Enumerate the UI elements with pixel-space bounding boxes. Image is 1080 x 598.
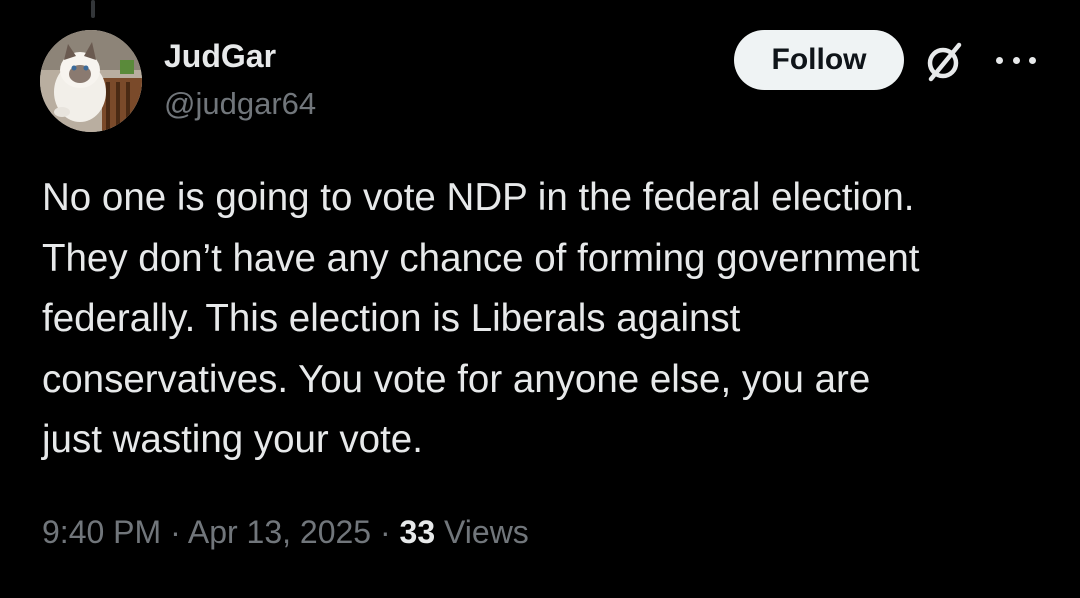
tweet-date[interactable]: Apr 13, 2025 (188, 514, 371, 550)
more-dot (1012, 56, 1020, 64)
author-handle[interactable]: @judgar64 (164, 84, 316, 124)
meta-separator: · (379, 514, 391, 550)
author-display-name[interactable]: JudGar (164, 36, 316, 76)
thread-connector-line (91, 0, 95, 18)
tweet-text: No one is going to vote NDP in the feder… (42, 176, 920, 461)
more-options-icon[interactable] (996, 46, 1036, 74)
more-dot (1029, 56, 1036, 64)
views-count[interactable]: 33 (400, 514, 436, 550)
avatar[interactable] (40, 30, 142, 132)
avatar-image (40, 30, 142, 132)
more-dot (996, 56, 1003, 64)
grok-slash-icon[interactable] (922, 40, 966, 84)
follow-button[interactable]: Follow (734, 30, 904, 90)
meta-separator: · (170, 514, 181, 550)
tweet-meta: 9:40 PM · Apr 13, 2025 · 33 Views (42, 508, 529, 556)
author-info: JudGar @judgar64 (164, 36, 316, 124)
views-label[interactable]: Views (444, 514, 529, 550)
tweet-time[interactable]: 9:40 PM (42, 514, 161, 550)
